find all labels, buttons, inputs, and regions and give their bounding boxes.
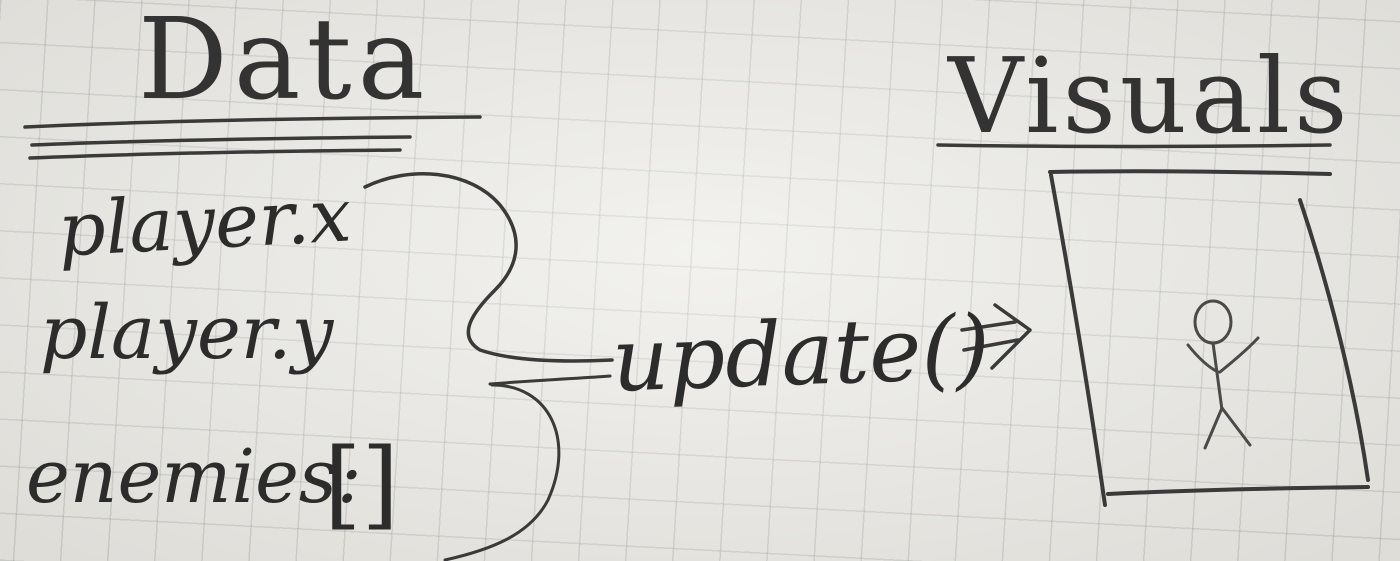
enemies-empty-array: []: [324, 428, 399, 540]
update-function-label: update(): [610, 295, 992, 412]
data-heading: Data: [138, 0, 431, 125]
stick-figure-icon: [1186, 299, 1260, 450]
field-player-x: player.x: [55, 172, 354, 274]
field-enemies: enemies:: [26, 434, 362, 520]
lower-connector-curve: [443, 383, 561, 561]
visuals-heading: Visuals: [948, 35, 1352, 157]
field-player-y: player.y: [40, 290, 334, 376]
data-heading-underline: [30, 135, 412, 147]
lower-connector-curve: [488, 374, 612, 386]
data-heading-underline: [28, 148, 402, 160]
screen-frame: [1048, 169, 1370, 507]
upper-connector-curve: [363, 172, 614, 363]
